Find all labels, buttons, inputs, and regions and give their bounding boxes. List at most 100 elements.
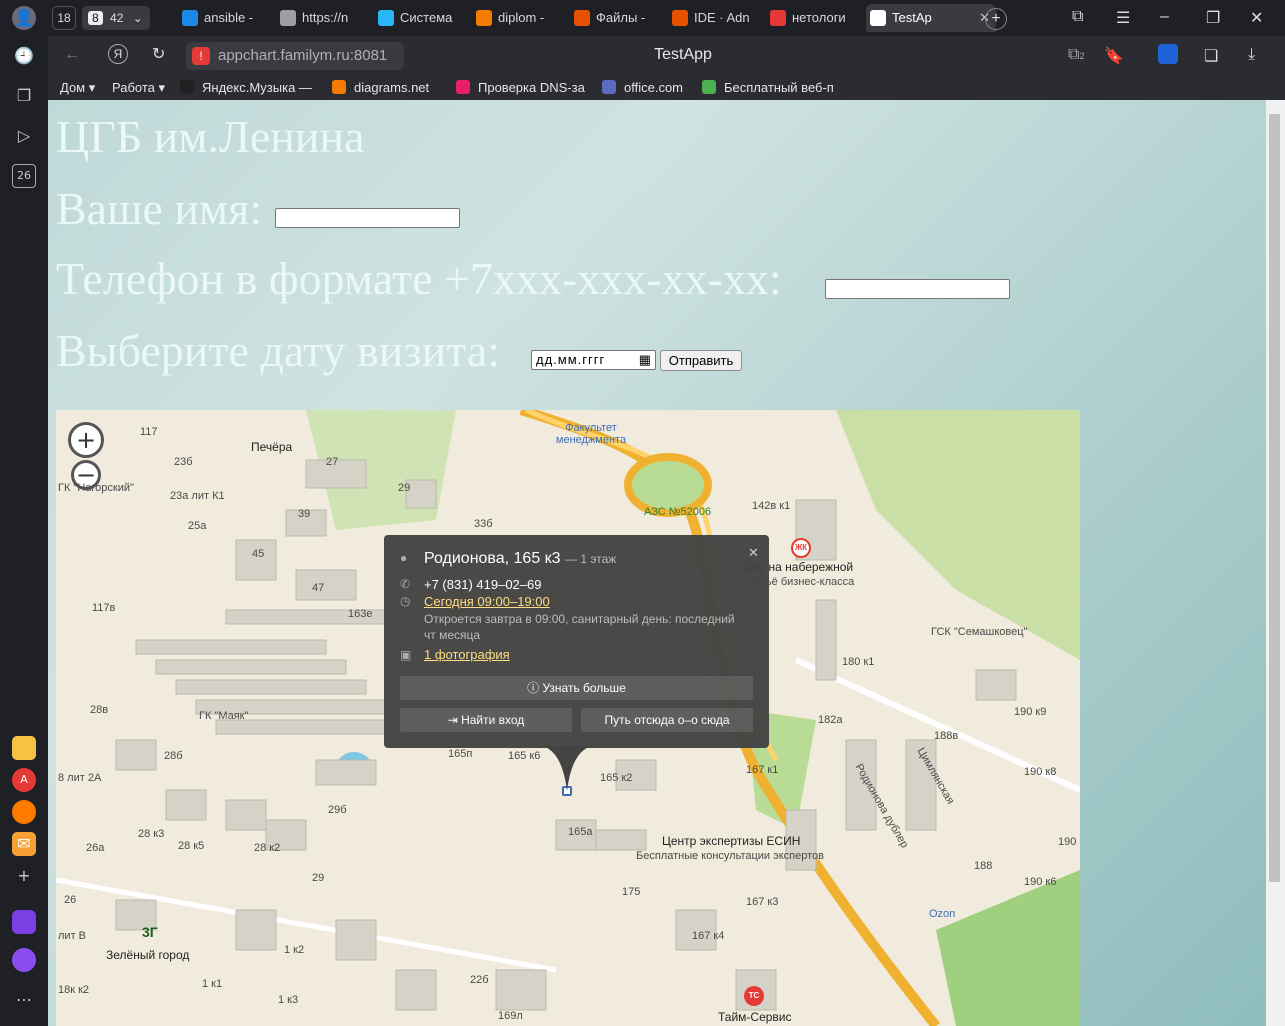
bookmark-item[interactable]: Яндекс.Музыка — <box>180 78 312 98</box>
mail-app-icon[interactable]: ✉ <box>12 832 36 856</box>
phone-icon: ✆ <box>400 577 411 591</box>
date-input[interactable]: дд.мм.гггг ▦ <box>531 350 656 370</box>
restore-icon[interactable]: ❐ <box>1206 8 1220 28</box>
bookmark-label: Работа ▾ <box>112 80 166 95</box>
collections-icon[interactable]: ❐ <box>12 84 36 108</box>
downloads-icon[interactable]: ⧉2 <box>1068 46 1084 64</box>
map-label: 28б <box>164 750 183 762</box>
scrollbar-thumb[interactable] <box>1269 114 1280 882</box>
tab-2[interactable]: https://n <box>276 4 368 32</box>
tab-7[interactable]: нетологи <box>766 4 858 32</box>
menu-icon[interactable]: ☰ <box>1116 8 1130 28</box>
download-icon[interactable]: ⤓ <box>1248 46 1255 64</box>
bookmark-item[interactable]: diagrams.net <box>332 78 429 98</box>
map-label: 22б <box>470 974 489 986</box>
route-button[interactable]: Путь отсюда o–o сюда <box>581 708 753 732</box>
video-icon[interactable]: ▷ <box>12 124 36 148</box>
bookmark-item[interactable]: office.com <box>602 78 683 98</box>
route-to-label[interactable]: сюда <box>701 713 729 727</box>
page-title: TestApp <box>654 46 712 63</box>
tab-1[interactable]: ansible - <box>178 4 270 32</box>
bookmark-label: Дом ▾ <box>60 80 96 95</box>
map-label: 45 <box>252 548 265 560</box>
yandex-logo-icon[interactable]: Я <box>108 44 128 64</box>
translate-app-icon[interactable]: A <box>12 768 36 792</box>
map-widget[interactable]: + − Печёра Факультет менеджмента АЗС №5200… <box>56 410 1080 1026</box>
submit-button[interactable]: Отправить <box>660 350 742 371</box>
bookmark-favicon <box>456 80 470 94</box>
tab-favicon <box>574 10 590 26</box>
tab-5[interactable]: Файлы - <box>570 4 662 32</box>
notes-app-icon[interactable] <box>12 736 36 760</box>
zoom-in-button[interactable]: + <box>68 422 104 458</box>
calendar-picker-icon[interactable]: ▦ <box>639 351 652 369</box>
insecure-warning-icon[interactable]: ! <box>192 47 210 65</box>
name-input[interactable] <box>275 208 460 228</box>
bookmarks-bar: Дом ▾ Работа ▾ Яндекс.Музыка — diagrams.net… <box>48 76 1285 100</box>
protect-icon[interactable] <box>1158 44 1178 64</box>
date-placeholder: дд.мм.гггг <box>536 352 606 367</box>
url-text: appchart.familym.ru:8081 <box>218 47 388 64</box>
bookmark-item[interactable]: Проверка DNS-за <box>456 78 585 98</box>
new-tab-button[interactable]: + <box>985 8 1007 30</box>
learn-more-button[interactable]: ⓘ Узнать больше <box>400 676 753 700</box>
bookmark-label: Яндекс.Музыка — <box>202 80 312 95</box>
reload-icon[interactable]: ↻ <box>152 44 165 64</box>
bookmark-label: Бесплатный веб-п <box>724 80 834 95</box>
tab-4[interactable]: diplom - <box>472 4 564 32</box>
popup-hours[interactable]: Сегодня 09:00–19:00 <box>424 594 550 609</box>
phone-label: Телефон в формате +7xxx-xxx-xx-xx: <box>56 253 782 304</box>
map-label: 18к к2 <box>58 984 90 996</box>
more-icon[interactable]: ⋯ <box>12 988 36 1012</box>
map-label: Центр экспертизы ЕСИН <box>662 834 801 848</box>
map-label: 167 к4 <box>692 930 725 942</box>
music-app-icon[interactable] <box>12 800 36 824</box>
tab-favicon <box>770 10 786 26</box>
minimize-icon[interactable]: – <box>1160 8 1169 26</box>
map-label: 1 к1 <box>202 978 223 990</box>
map-label: 190 к8 <box>1024 766 1057 778</box>
route-from-label[interactable]: Путь отсюда <box>604 713 674 727</box>
tab-8[interactable]: TestAp ✕ <box>866 4 996 32</box>
green-city-marker[interactable]: 3Г <box>142 924 158 940</box>
map-label: 25а <box>188 520 207 532</box>
tab-group-counter[interactable]: 8 42 ⌄ <box>82 6 150 30</box>
bookmark-favicon <box>332 80 346 94</box>
bookmark-item[interactable]: Дом ▾ <box>60 78 95 98</box>
hospital-heading: ЦГБ им.Ленина <box>56 111 365 162</box>
bookmark-label: diagrams.net <box>354 80 430 95</box>
map-label: 29б <box>328 804 347 816</box>
map-label: Ozon <box>929 908 956 920</box>
popup-photos-link[interactable]: 1 фотография <box>424 647 510 662</box>
residential-complex-marker[interactable]: ЖК <box>791 538 811 558</box>
phone-input[interactable] <box>825 279 1010 299</box>
bookmark-item[interactable]: Работа ▾ <box>112 78 165 98</box>
tab-3[interactable]: Система <box>374 4 466 32</box>
calendar-icon[interactable]: 26 <box>12 164 36 188</box>
bookmark-label: office.com <box>624 80 684 95</box>
add-app-icon[interactable]: + <box>12 864 36 888</box>
tab-6[interactable]: IDE · Adn <box>668 4 760 32</box>
map-label: 165а <box>568 826 593 838</box>
popup-phone[interactable]: +7 (831) 419–02–69 <box>424 577 541 592</box>
tab-favicon <box>870 10 886 26</box>
tab-label: ansible - <box>204 10 254 25</box>
find-entrance-button[interactable]: ⇥ Найти вход <box>400 708 572 732</box>
alice-assistant-icon[interactable] <box>12 948 36 972</box>
bookmark-item[interactable]: Бесплатный веб-п <box>702 78 834 98</box>
bookmark-icon[interactable]: 🔖 <box>1104 46 1124 66</box>
tab-counter-left[interactable]: 18 <box>52 6 76 30</box>
collections-button-icon[interactable]: ❏ <box>1204 46 1218 66</box>
map-label: 182а <box>818 714 843 726</box>
messenger-app-icon[interactable] <box>12 910 36 934</box>
profile-avatar[interactable]: 👤 <box>12 6 36 30</box>
map-label: 29 <box>398 482 411 494</box>
back-icon[interactable]: ← <box>64 46 80 64</box>
tab-list-icon[interactable]: ⧉ <box>1072 8 1083 26</box>
service-marker[interactable]: ТС <box>744 986 764 1006</box>
url-field[interactable]: ! appchart.familym.ru:8081 <box>186 42 404 70</box>
popup-close-icon[interactable]: ✕ <box>748 545 759 561</box>
map-label: 23а лит К1 <box>170 490 225 502</box>
history-icon[interactable]: 🕘 <box>12 44 36 68</box>
close-window-icon[interactable]: ✕ <box>1250 8 1263 28</box>
